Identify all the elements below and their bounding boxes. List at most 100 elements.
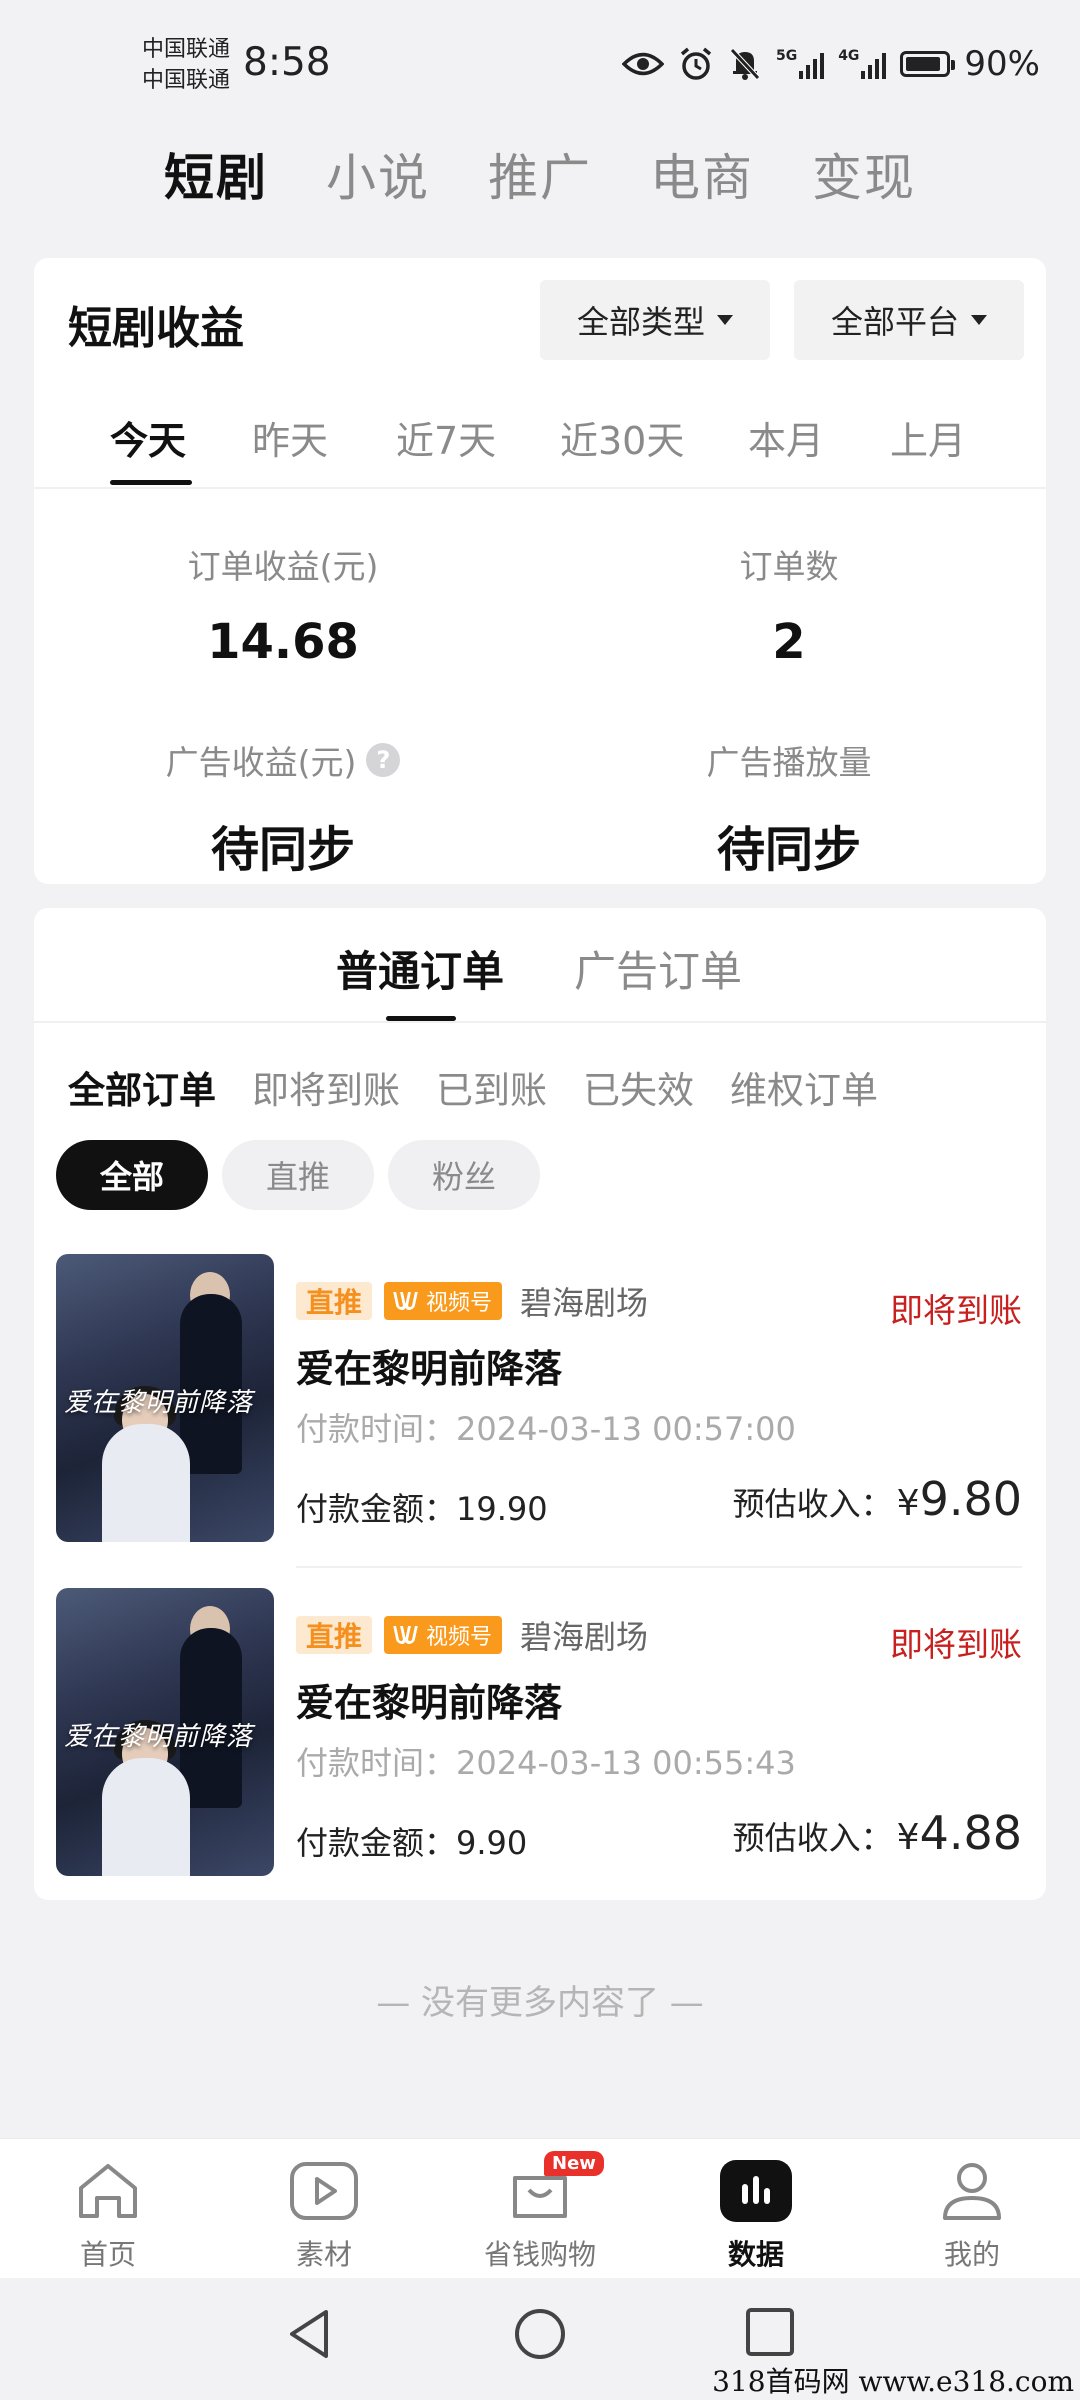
tab-novel[interactable]: 小说 — [326, 138, 430, 210]
source-filter-pills: 全部 直推 粉丝 — [56, 1140, 540, 1210]
metric-order-count: 订单数 2 — [574, 540, 1004, 670]
nav-data[interactable]: 数据 — [676, 2153, 836, 2273]
currency-symbol: ¥ — [896, 1483, 920, 1524]
order-item[interactable]: 爱在黎明前降落 直推 视频号 碧海剧场 即将到账 爱在黎明前降落 付款时间：20… — [34, 1254, 1046, 1568]
back-icon[interactable] — [284, 2306, 334, 2366]
metric-value: 2 — [772, 614, 806, 670]
est-label: 预估收入： — [732, 1485, 893, 1523]
drama-poster: 爱在黎明前降落 — [56, 1588, 274, 1876]
direct-badge: 直推 — [296, 1282, 373, 1320]
tab-ecommerce[interactable]: 电商 — [650, 138, 754, 210]
nav-label: 我的 — [943, 2238, 1000, 2271]
recents-square-icon[interactable] — [744, 2306, 796, 2362]
carrier-2: 中国联通 — [142, 68, 231, 93]
watermark: 318首码网 www.e318.com — [712, 2365, 1074, 2398]
status-icons: 5G 4G 90% — [621, 44, 1040, 84]
alarm-icon — [678, 46, 714, 82]
order-status-tabs: 全部订单 即将到账 已到账 已失效 维权订单 — [68, 1060, 878, 1114]
tab-normal-orders[interactable]: 普通订单 — [336, 938, 504, 999]
metric-value: 待同步 — [716, 822, 861, 878]
order-badges: 直推 视频号 碧海剧场 — [296, 1612, 648, 1658]
est-label: 预估收入： — [732, 1819, 893, 1857]
tab-promotion[interactable]: 推广 — [488, 138, 592, 210]
pill-all[interactable]: 全部 — [56, 1140, 208, 1210]
signal-4g-icon: 4G — [838, 49, 887, 79]
end-of-list-text: — 没有更多内容了 — — [376, 1983, 704, 2023]
tab-short-drama[interactable]: 短剧 — [164, 138, 268, 210]
est-value: 4.88 — [919, 1806, 1022, 1860]
period-last-month[interactable]: 上月 — [890, 410, 966, 465]
period-yesterday[interactable]: 昨天 — [252, 410, 328, 465]
channel-label: 视频号 — [426, 1291, 493, 1316]
user-icon — [892, 2153, 1052, 2229]
metric-ad-plays: 广告播放量 待同步 — [574, 736, 1004, 880]
status-arriving-soon[interactable]: 即将到账 — [252, 1060, 400, 1114]
carrier-1: 中国联通 — [142, 37, 231, 62]
nav-shopping[interactable]: New 省钱购物 — [460, 2151, 620, 2273]
system-nav-bar: 318首码网 www.e318.com — [0, 2278, 1080, 2400]
poster-title: 爱在黎明前降落 — [64, 1722, 254, 1752]
metric-label: 订单收益(元) — [187, 547, 379, 586]
nav-home[interactable]: 首页 — [28, 2153, 188, 2273]
poster-title: 爱在黎明前降落 — [64, 1388, 254, 1418]
new-badge: New — [544, 2151, 604, 2176]
drama-title: 爱在黎明前降落 — [296, 1347, 563, 1391]
estimated-income: 预估收入： ¥ 4.88 — [733, 1806, 1022, 1860]
metric-value: 待同步 — [210, 822, 355, 878]
nav-materials[interactable]: 素材 — [244, 2153, 404, 2273]
order-badges: 直推 视频号 碧海剧场 — [296, 1278, 648, 1324]
direct-badge: 直推 — [296, 1616, 373, 1654]
orders-card: 普通订单 广告订单 全部订单 即将到账 已到账 已失效 维权订单 全部 直推 粉… — [34, 908, 1046, 1900]
bottom-nav: 首页 素材 New 省钱购物 数据 我的 — [0, 2138, 1080, 2279]
period-active-indicator — [110, 480, 192, 485]
status-arrived[interactable]: 已到账 — [436, 1060, 547, 1114]
pill-direct[interactable]: 直推 — [222, 1140, 374, 1210]
eye-icon — [621, 49, 664, 79]
shopping-bag-icon: New — [460, 2151, 620, 2229]
status-expired[interactable]: 已失效 — [583, 1060, 694, 1114]
help-icon[interactable]: ? — [366, 743, 401, 777]
drama-poster: 爱在黎明前降落 — [56, 1254, 274, 1542]
nav-label: 素材 — [295, 2238, 352, 2271]
order-status: 即将到账 — [890, 1625, 1022, 1664]
metric-label: 订单数 — [739, 547, 839, 586]
video-channel-icon — [394, 1624, 420, 1646]
pay-amount: 付款金额：19.90 — [296, 1490, 548, 1528]
divider — [296, 1566, 1022, 1568]
type-filter-label: 全部类型 — [576, 303, 705, 341]
caret-down-icon — [971, 315, 987, 325]
type-filter-dropdown[interactable]: 全部类型 — [540, 280, 770, 360]
metric-value: 14.68 — [207, 614, 359, 670]
battery-percent: 90% — [964, 44, 1040, 84]
period-7days[interactable]: 近7天 — [396, 410, 496, 465]
tab-ad-orders[interactable]: 广告订单 — [574, 938, 742, 999]
period-today[interactable]: 今天 — [110, 410, 186, 465]
estimated-income: 预估收入： ¥ 9.80 — [733, 1472, 1022, 1526]
chart-icon — [676, 2153, 836, 2229]
order-type-tabs: 普通订单 广告订单 — [34, 938, 1046, 1028]
status-all-orders[interactable]: 全部订单 — [68, 1060, 216, 1114]
earnings-card: 短剧收益 全部类型 全部平台 今天 昨天 近7天 近30天 本月 上月 订单收益… — [34, 258, 1046, 884]
pay-amount: 付款金额：9.90 — [296, 1824, 528, 1862]
pay-time: 付款时间：2024-03-13 00:55:43 — [296, 1744, 796, 1782]
home-circle-icon[interactable] — [512, 2306, 568, 2366]
channel-label: 视频号 — [426, 1625, 493, 1650]
platform-filter-label: 全部平台 — [830, 303, 959, 341]
earnings-title: 短剧收益 — [68, 303, 244, 354]
divider — [34, 487, 1046, 489]
nav-label: 首页 — [79, 2238, 136, 2271]
period-this-month[interactable]: 本月 — [748, 410, 824, 465]
order-status: 即将到账 — [890, 1291, 1022, 1330]
platform-filter-dropdown[interactable]: 全部平台 — [794, 280, 1024, 360]
carrier-labels: 中国联通 中国联通 — [142, 34, 230, 96]
signal-5g-icon: 5G — [776, 49, 825, 79]
est-value: 9.80 — [919, 1472, 1022, 1526]
play-icon — [244, 2153, 404, 2229]
pill-fans[interactable]: 粉丝 — [388, 1140, 540, 1210]
status-rights-orders[interactable]: 维权订单 — [730, 1060, 878, 1114]
tab-monetize[interactable]: 变现 — [812, 138, 916, 210]
period-30days[interactable]: 近30天 — [560, 410, 684, 465]
order-item[interactable]: 爱在黎明前降落 直推 视频号 碧海剧场 即将到账 爱在黎明前降落 付款时间：20… — [34, 1588, 1046, 1878]
theater-name: 碧海剧场 — [520, 1284, 649, 1322]
nav-mine[interactable]: 我的 — [892, 2153, 1052, 2273]
